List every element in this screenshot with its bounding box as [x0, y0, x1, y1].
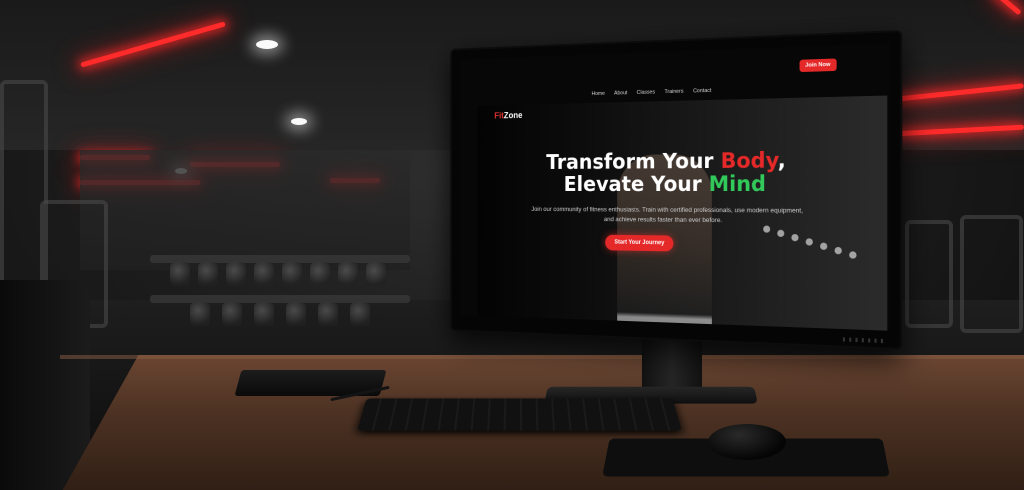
dumbbell: [190, 302, 210, 326]
dumbbell: [338, 262, 358, 286]
chair: [0, 280, 90, 490]
monitor-buttons: [843, 337, 885, 343]
ceiling-lamp: [256, 40, 278, 49]
nav-item-classes[interactable]: Classes: [637, 89, 655, 95]
headline-text: Elevate Your: [564, 172, 709, 196]
gym-scene: FitZone Home About Classes Trainers Cont…: [0, 0, 1024, 490]
nav-menu: Home About Classes Trainers Contact: [592, 88, 712, 97]
dumbbell: [226, 262, 246, 286]
mouse[interactable]: [708, 424, 786, 460]
keyboard[interactable]: [357, 398, 682, 430]
hero-headline: Transform Your Body, Elevate Your Mind: [460, 148, 889, 196]
weight-plate: [820, 243, 827, 250]
desk-edge: [60, 355, 1024, 359]
hero-subtitle: Join our community of fitness enthusiast…: [494, 205, 847, 227]
dumbbell: [198, 262, 218, 286]
dumbbell: [310, 262, 330, 286]
headline-line-2: Elevate Your Mind: [460, 172, 889, 196]
headline-highlight-body: Body: [721, 148, 778, 173]
start-journey-button[interactable]: Start Your Journey: [605, 235, 674, 252]
headline-highlight-mind: Mind: [709, 172, 766, 196]
logo-prefix: Fit: [494, 111, 503, 121]
dumbbell: [282, 262, 302, 286]
weight-plate: [849, 251, 856, 258]
logo-suffix: Zone: [504, 110, 523, 120]
back-wall: [80, 150, 410, 270]
dumbbell: [366, 262, 386, 286]
nav-item-home[interactable]: Home: [592, 91, 605, 97]
headline-line-1: Transform Your Body,: [460, 148, 889, 174]
dumbbell: [350, 302, 370, 326]
dumbbell: [222, 302, 242, 326]
weight-plates: [753, 215, 887, 330]
dumbbell: [254, 262, 274, 286]
headline-comma: ,: [778, 148, 786, 173]
monitor: FitZone Home About Classes Trainers Cont…: [450, 30, 902, 350]
dumbbell: [318, 302, 338, 326]
headline-text: Transform Your: [546, 149, 720, 174]
join-now-button[interactable]: Join Now: [799, 58, 837, 72]
nav-item-contact[interactable]: Contact: [693, 88, 711, 94]
weight-plate: [835, 247, 842, 254]
dumbbell: [170, 262, 190, 286]
weight-plate: [791, 234, 798, 241]
nav-item-trainers[interactable]: Trainers: [664, 89, 683, 95]
gym-machine: [960, 215, 1023, 333]
weight-plate: [806, 238, 813, 245]
weight-plate: [777, 230, 784, 237]
monitor-screen: FitZone Home About Classes Trainers Cont…: [460, 43, 889, 331]
site-logo[interactable]: FitZone: [494, 110, 522, 120]
dumbbell: [254, 302, 274, 326]
weight-rack: [150, 295, 410, 303]
dumbbell: [286, 302, 306, 326]
nav-item-about[interactable]: About: [614, 90, 627, 96]
gym-machine: [905, 220, 953, 328]
ceiling-lamp: [291, 118, 307, 125]
